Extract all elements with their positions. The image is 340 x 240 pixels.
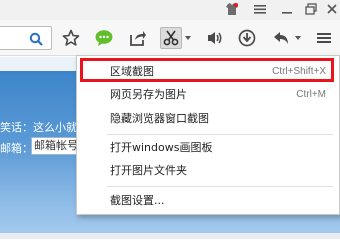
email-field[interactable]: 邮箱帐号 xyxy=(31,137,79,155)
joke-text: 笑话：这么小就 xyxy=(0,121,77,134)
menu-item-shortcut: Ctrl+Shift+X xyxy=(272,65,326,77)
restore-icon[interactable] xyxy=(300,0,322,18)
browser-toolbar xyxy=(0,20,340,56)
menu-item-open-paint[interactable]: 打开windows画图板 xyxy=(77,136,340,158)
menu-item-label: 打开windows画图板 xyxy=(110,141,213,154)
volume-icon[interactable] xyxy=(204,27,226,49)
menu-item-shortcut: Ctrl+M xyxy=(296,88,326,100)
menu-item-open-image-folder[interactable]: 打开图片文件夹 xyxy=(77,159,340,181)
shirt-icon[interactable] xyxy=(222,0,242,18)
search-icon[interactable] xyxy=(27,30,45,48)
menu-item-save-page-as-image[interactable]: 网页另存为图片 Ctrl+M xyxy=(77,83,340,105)
close-icon[interactable] xyxy=(324,0,340,18)
scissors-icon[interactable] xyxy=(160,27,182,49)
menu-item-region-screenshot[interactable]: 区域截图 Ctrl+Shift+X xyxy=(77,60,340,82)
menu-item-screenshot-settings[interactable]: 截图设置... xyxy=(77,189,340,211)
mail-label: 邮箱： xyxy=(0,142,33,155)
menu-icon[interactable] xyxy=(313,27,335,49)
menu-icon[interactable] xyxy=(248,0,272,18)
address-bar[interactable] xyxy=(0,26,52,50)
menu-separator xyxy=(107,134,333,135)
chevron-down-icon[interactable] xyxy=(294,32,302,44)
back-icon[interactable] xyxy=(270,27,292,49)
menu-item-label: 隐藏浏览器窗口截图 xyxy=(110,112,209,125)
screenshot-menu: 区域截图 Ctrl+Shift+X 网页另存为图片 Ctrl+M 隐藏浏览器窗口… xyxy=(76,55,340,215)
minimize-icon[interactable] xyxy=(276,0,298,18)
star-icon[interactable] xyxy=(60,27,82,49)
menu-item-label: 网页另存为图片 xyxy=(110,88,187,101)
menu-item-label: 截图设置... xyxy=(110,194,165,207)
menu-item-label: 区域截图 xyxy=(110,65,154,78)
download-icon[interactable] xyxy=(236,27,258,49)
menu-item-hide-window-screenshot[interactable]: 隐藏浏览器窗口截图 xyxy=(77,107,340,129)
title-bar xyxy=(0,0,340,20)
chevron-down-icon[interactable] xyxy=(184,32,192,44)
menu-separator xyxy=(107,186,333,187)
page-footer-strip xyxy=(0,233,340,239)
share-icon[interactable] xyxy=(127,27,149,49)
menu-item-label: 打开图片文件夹 xyxy=(110,164,187,177)
chat-icon[interactable] xyxy=(93,27,115,49)
